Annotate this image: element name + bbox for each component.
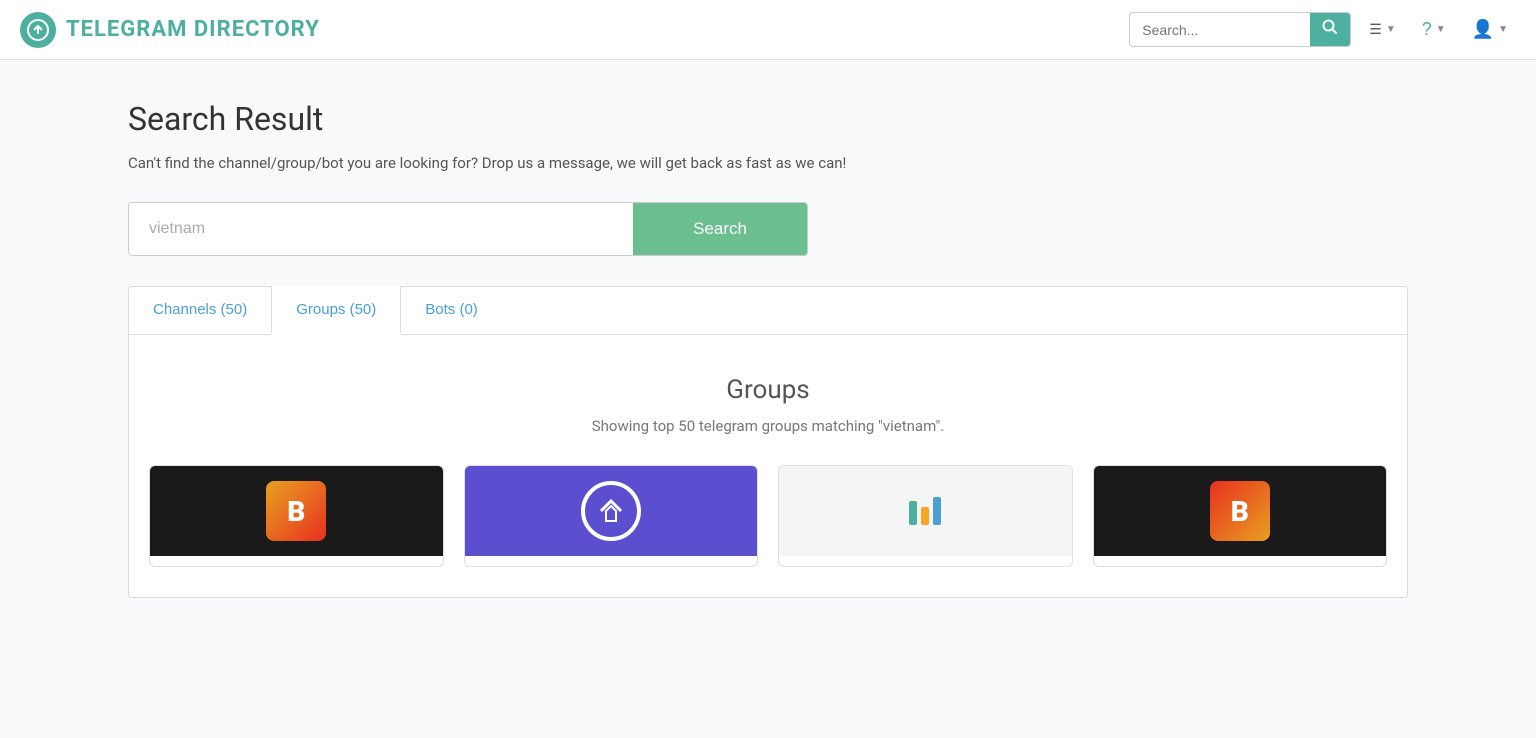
tab-channels[interactable]: Channels (50) <box>129 287 271 335</box>
card-2-logo <box>581 481 641 541</box>
help-dropdown-arrow: ▼ <box>1436 24 1446 35</box>
section-title: Groups <box>149 375 1387 405</box>
tab-bots[interactable]: Bots (0) <box>401 287 502 335</box>
card-1[interactable]: B <box>149 465 444 567</box>
card-3-logo <box>909 497 941 525</box>
help-dropdown-button[interactable]: ? ▼ <box>1414 13 1454 46</box>
card-2-image <box>465 466 758 556</box>
logo-text: TELEGRAM DIRECTORY <box>66 17 320 42</box>
user-icon: 👤 <box>1472 19 1494 40</box>
logo-icon <box>20 12 56 48</box>
header-right: ☰ ▼ ? ▼ 👤 ▼ <box>1129 12 1516 47</box>
cards-grid: B <box>149 465 1387 567</box>
main-search-button[interactable]: Search <box>633 203 807 255</box>
card-1-thumb: B <box>150 466 443 556</box>
bar-2 <box>921 507 929 525</box>
header: TELEGRAM DIRECTORY ☰ ▼ ? ▼ 👤 ▼ <box>0 0 1536 60</box>
logo-link[interactable]: TELEGRAM DIRECTORY <box>20 12 320 48</box>
main-content: Search Result Can't find the channel/gro… <box>68 60 1468 638</box>
card-4[interactable]: B <box>1093 465 1388 567</box>
header-search-bar <box>1129 12 1351 47</box>
page-title: Search Result <box>128 100 1408 138</box>
card-2[interactable] <box>464 465 759 567</box>
tab-groups[interactable]: Groups (50) <box>271 286 401 335</box>
card-4-thumb: B <box>1094 466 1387 556</box>
menu-dropdown-button[interactable]: ☰ ▼ <box>1361 15 1403 44</box>
card-3-image <box>779 466 1072 556</box>
card-4-image: B <box>1094 466 1387 556</box>
card-3-bars <box>909 497 941 525</box>
card-1-logo: B <box>266 481 326 541</box>
card-1-image: B <box>150 466 443 556</box>
header-search-input[interactable] <box>1130 16 1310 44</box>
bar-1 <box>909 501 917 525</box>
menu-dropdown-arrow: ▼ <box>1386 24 1396 35</box>
card-4-logo: B <box>1210 481 1270 541</box>
menu-icon: ☰ <box>1369 21 1382 38</box>
page-subtitle: Can't find the channel/group/bot you are… <box>128 154 1408 172</box>
user-dropdown-arrow: ▼ <box>1498 24 1508 35</box>
tabs-panel: Channels (50) Groups (50) Bots (0) Group… <box>128 286 1408 598</box>
main-search-form: Search <box>128 202 808 256</box>
bar-3 <box>933 497 941 525</box>
main-search-input[interactable] <box>129 203 633 255</box>
card-2-thumb <box>465 466 758 556</box>
help-icon: ? <box>1422 19 1432 40</box>
tabs-content: Groups Showing top 50 telegram groups ma… <box>129 335 1407 597</box>
card-3[interactable] <box>778 465 1073 567</box>
tabs-header: Channels (50) Groups (50) Bots (0) <box>129 287 1407 335</box>
section-subtitle: Showing top 50 telegram groups matching … <box>149 417 1387 435</box>
user-dropdown-button[interactable]: 👤 ▼ <box>1464 13 1516 46</box>
header-search-button[interactable] <box>1310 13 1350 46</box>
card-3-thumb <box>779 466 1072 556</box>
